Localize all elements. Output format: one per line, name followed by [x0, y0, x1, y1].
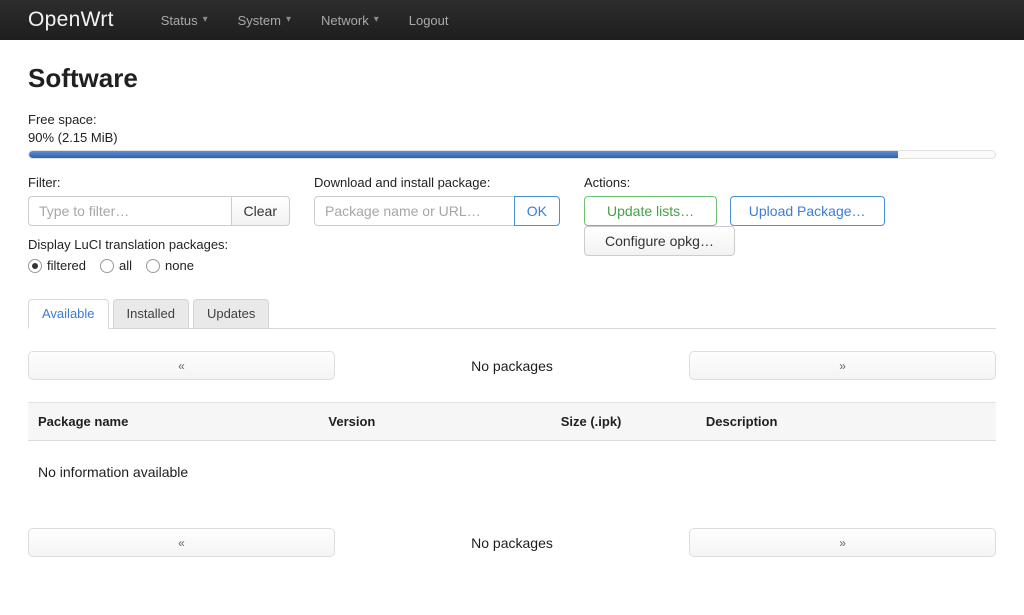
actions-label: Actions:: [584, 175, 996, 190]
chevron-down-icon: ▾: [374, 15, 379, 25]
page-title: Software: [28, 63, 996, 94]
package-url-input[interactable]: [314, 196, 515, 226]
free-space-label: Free space:: [28, 111, 996, 129]
pager-prev-button[interactable]: «: [28, 528, 335, 557]
tab-available[interactable]: Available: [28, 299, 109, 329]
brand-logo[interactable]: OpenWrt: [28, 8, 114, 32]
free-space-section: Free space: 90% (2.15 MiB): [28, 111, 996, 159]
free-space-progressbar: [28, 150, 996, 159]
chevron-down-icon: ▾: [203, 15, 208, 25]
empty-message: No information available: [28, 441, 996, 507]
nav-item-network[interactable]: Network ▾: [306, 13, 394, 28]
tab-installed[interactable]: Installed: [113, 299, 189, 329]
free-space-value: 90% (2.15 MiB): [28, 129, 996, 147]
column-header-version: Version: [318, 403, 550, 441]
column-header-description: Description: [696, 403, 996, 441]
table-header-row: Package name Version Size (.ipk) Descrip…: [28, 403, 996, 441]
controls-row: Filter: Clear Display LuCI translation p…: [28, 175, 996, 273]
download-section: Download and install package: OK: [314, 175, 560, 226]
translation-radio-group: filtered all none: [28, 258, 290, 273]
pager-status: No packages: [335, 535, 689, 551]
radio-all-input[interactable]: [100, 259, 114, 273]
nav-item-status[interactable]: Status ▾: [146, 13, 223, 28]
filter-input[interactable]: [28, 196, 232, 226]
top-navbar: OpenWrt Status ▾ System ▾ Network ▾ Logo…: [0, 0, 1024, 40]
ok-button[interactable]: OK: [514, 196, 560, 226]
pagination-top: « No packages »: [28, 351, 996, 380]
nav-item-label: Status: [161, 13, 198, 28]
pager-next-button[interactable]: »: [689, 351, 996, 380]
nav-item-logout[interactable]: Logout: [394, 13, 464, 28]
actions-section: Actions: Update lists… Upload Package… C…: [584, 175, 996, 256]
tab-updates[interactable]: Updates: [193, 299, 269, 329]
nav-item-label: Network: [321, 13, 369, 28]
progressbar-fill: [29, 151, 898, 158]
configure-opkg-button[interactable]: Configure opkg…: [584, 226, 735, 256]
upload-package-button[interactable]: Upload Package…: [730, 196, 885, 226]
package-table: Package name Version Size (.ipk) Descrip…: [28, 402, 996, 506]
chevron-down-icon: ▾: [286, 15, 291, 25]
pagination-bottom: « No packages »: [28, 528, 996, 557]
pager-status: No packages: [335, 358, 689, 374]
actions-buttons: Update lists… Upload Package… Configure …: [584, 196, 996, 256]
radio-all[interactable]: all: [100, 258, 132, 273]
translation-section: Display LuCI translation packages: filte…: [28, 237, 290, 273]
filter-input-group: Clear: [28, 196, 290, 226]
filter-section: Filter: Clear Display LuCI translation p…: [28, 175, 290, 273]
pager-next-button[interactable]: »: [689, 528, 996, 557]
clear-button[interactable]: Clear: [231, 196, 290, 226]
page-content: Software Free space: 90% (2.15 MiB) Filt…: [0, 40, 1024, 557]
column-header-package-name: Package name: [28, 403, 318, 441]
nav-item-system[interactable]: System ▾: [223, 13, 306, 28]
radio-filtered[interactable]: filtered: [28, 258, 86, 273]
filter-label: Filter:: [28, 175, 290, 190]
download-input-group: OK: [314, 196, 560, 226]
nav-item-label: System: [238, 13, 281, 28]
download-label: Download and install package:: [314, 175, 560, 190]
column-header-size: Size (.ipk): [551, 403, 696, 441]
package-tabs: Available Installed Updates: [28, 299, 996, 329]
radio-none-input[interactable]: [146, 259, 160, 273]
radio-label: filtered: [47, 258, 86, 273]
radio-label: all: [119, 258, 132, 273]
radio-label: none: [165, 258, 194, 273]
table-empty-row: No information available: [28, 441, 996, 507]
pager-prev-button[interactable]: «: [28, 351, 335, 380]
radio-filtered-input[interactable]: [28, 259, 42, 273]
nav-item-label: Logout: [409, 13, 449, 28]
radio-none[interactable]: none: [146, 258, 194, 273]
update-lists-button[interactable]: Update lists…: [584, 196, 717, 226]
translation-label: Display LuCI translation packages:: [28, 237, 290, 252]
